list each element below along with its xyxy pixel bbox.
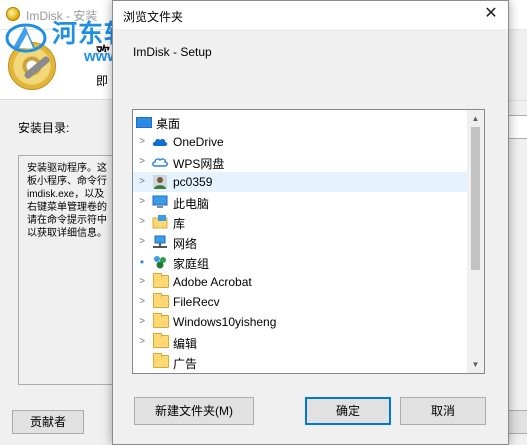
- chevron-right-icon[interactable]: >: [137, 336, 147, 348]
- contributors-button[interactable]: 贡献者: [12, 410, 84, 434]
- tree-item-wps-cloud[interactable]: > WPS网盘: [133, 152, 467, 172]
- homegroup-icon: [154, 256, 166, 269]
- tree-item-label: WPS网盘: [173, 157, 225, 171]
- dialog-title: 浏览文件夹: [123, 10, 184, 24]
- library-icon: [152, 215, 168, 229]
- description-line: 请在命令提示符中: [27, 215, 107, 226]
- tree-scrollbar[interactable]: ▲ ▼: [467, 110, 484, 373]
- tree-item-label: Adobe Acrobat: [173, 275, 252, 289]
- tree-item-label: pc0359: [173, 175, 213, 189]
- install-dir-label: 安装目录:: [18, 121, 70, 135]
- tree-item-label: FileRecv: [173, 295, 220, 309]
- chevron-right-icon[interactable]: >: [137, 156, 147, 168]
- chevron-right-icon[interactable]: >: [137, 296, 147, 308]
- folder-tree[interactable]: 桌面 > OneDrive > WPS网盘 > pc0359 > 此电脑 > 库…: [132, 109, 485, 374]
- tree-item-homegroup[interactable]: • 家庭组: [133, 252, 467, 272]
- folder-icon: [153, 353, 169, 368]
- tree-item-library[interactable]: > 库: [133, 212, 467, 232]
- tree-item-network[interactable]: > 网络: [133, 232, 467, 252]
- scrollbar-thumb[interactable]: [471, 127, 480, 270]
- cancel-button[interactable]: 取消: [400, 397, 486, 425]
- folder-icon: [153, 293, 169, 308]
- description-line: imdisk.exe，以及: [27, 189, 105, 200]
- description-line: 安装驱动程序。这: [27, 163, 107, 174]
- tree-item-label: Windows10yisheng: [173, 315, 277, 329]
- user-icon: [153, 175, 167, 189]
- computer-icon: [152, 195, 168, 208]
- bullet-icon: •: [139, 255, 145, 269]
- scroll-down-arrow-icon[interactable]: ▼: [467, 356, 484, 373]
- tree-item-label: 库: [173, 217, 186, 231]
- chevron-right-icon[interactable]: >: [137, 276, 147, 288]
- chevron-right-icon[interactable]: >: [137, 236, 147, 248]
- tree-item-label: 此电脑: [173, 197, 210, 211]
- tree-item-label: 家庭组: [173, 257, 210, 271]
- tree-item-edit[interactable]: > 编辑: [133, 332, 467, 352]
- folder-icon: [153, 313, 169, 328]
- browse-folder-dialog: 浏览文件夹 ✕ ImDisk - Setup 桌面 > OneDrive > W…: [112, 0, 509, 445]
- chevron-right-icon[interactable]: >: [137, 136, 147, 148]
- tree-item-adobe-acrobat[interactable]: > Adobe Acrobat: [133, 272, 467, 292]
- chevron-right-icon[interactable]: >: [137, 176, 147, 188]
- tree-item-label: 网络: [173, 237, 198, 251]
- onedrive-cloud-icon: [152, 138, 168, 146]
- setup-subtitle-text: 即: [96, 74, 109, 88]
- tree-item-label: OneDrive: [173, 135, 224, 149]
- tree-item-label: 桌面: [156, 117, 181, 131]
- folder-icon: [153, 333, 169, 348]
- desktop-icon: [136, 117, 152, 128]
- tree-item-this-pc[interactable]: > 此电脑: [133, 192, 467, 212]
- tree-item-desktop[interactable]: 桌面: [133, 112, 467, 132]
- description-line: 以获取详细信息。: [27, 228, 107, 239]
- tree-item-label: 编辑: [173, 337, 198, 351]
- tree-item-pc0359[interactable]: > pc0359: [133, 172, 467, 192]
- ok-button[interactable]: 确定: [305, 397, 391, 425]
- dialog-titlebar: 浏览文件夹 ✕: [113, 1, 508, 29]
- chevron-right-icon[interactable]: >: [137, 196, 147, 208]
- folder-icon: [153, 273, 169, 288]
- new-folder-button[interactable]: 新建文件夹(M): [134, 397, 254, 425]
- chevron-right-icon[interactable]: >: [137, 216, 147, 228]
- watermark-logo-icon: [5, 23, 47, 53]
- network-icon: [153, 235, 167, 248]
- dialog-description: ImDisk - Setup: [133, 45, 212, 59]
- close-button[interactable]: ✕: [474, 1, 508, 29]
- chevron-right-icon[interactable]: >: [137, 316, 147, 328]
- wps-cloud-icon: [152, 158, 168, 167]
- tree-item-filerecv[interactable]: > FileRecv: [133, 292, 467, 312]
- tree-item-windows10yisheng[interactable]: > Windows10yisheng: [133, 312, 467, 332]
- description-line: 板小程序、命令行: [27, 176, 107, 187]
- description-line: 右键菜单管理卷的: [27, 202, 107, 213]
- tree-item-label: 广告: [173, 357, 198, 371]
- tree-item-onedrive[interactable]: > OneDrive: [133, 132, 467, 152]
- close-icon: ✕: [484, 5, 498, 22]
- scroll-up-arrow-icon[interactable]: ▲: [467, 110, 484, 127]
- tree-item-ads[interactable]: 广告: [133, 352, 467, 372]
